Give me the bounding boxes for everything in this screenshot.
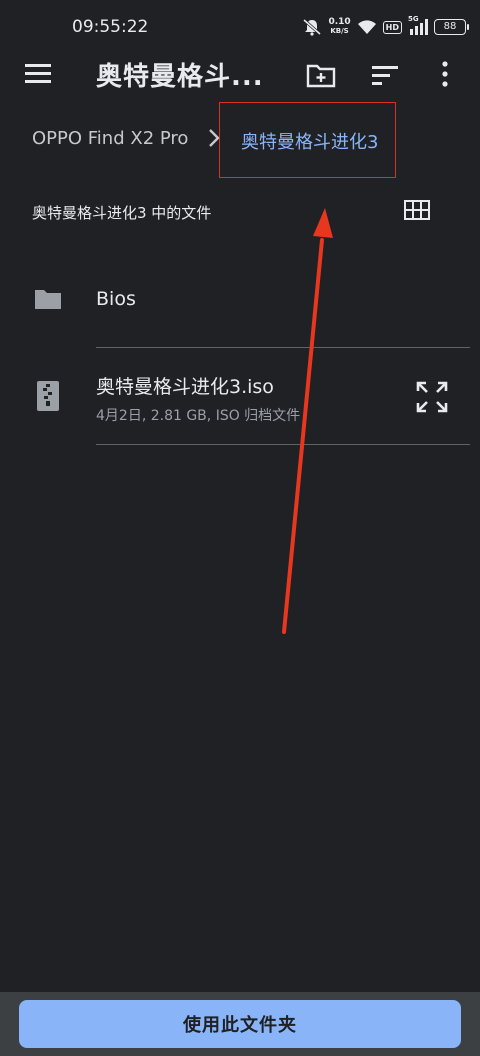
file-name-iso[interactable]: 奥特曼格斗进化3.iso	[96, 372, 274, 399]
hd-badge: HD	[382, 20, 402, 34]
file-meta-iso: 4月2日, 2.81 GB, ISO 归档文件	[96, 408, 301, 424]
file-name-bios[interactable]: Bios	[96, 288, 136, 310]
battery-indicator: 88	[434, 19, 469, 35]
section-title: 奥特曼格斗进化3 中的文件	[32, 204, 212, 222]
status-icons: 0.10 KB/S HD 5G 88	[302, 14, 469, 40]
menu-icon[interactable]	[24, 62, 52, 86]
row-divider	[96, 347, 470, 348]
status-time: 09:55:22	[72, 17, 149, 37]
new-folder-icon[interactable]	[306, 62, 336, 88]
more-vert-icon[interactable]	[436, 60, 454, 88]
network-speed: 0.10 KB/S	[328, 18, 350, 36]
annotation-highlight-box	[219, 102, 396, 178]
mute-icon	[303, 18, 322, 36]
folder-icon	[35, 290, 61, 309]
speed-value: 0.10	[328, 17, 351, 27]
breadcrumb-root[interactable]: OPPO Find X2 Pro	[32, 128, 188, 149]
grid-view-icon[interactable]	[404, 200, 430, 220]
zip-icon	[37, 381, 59, 411]
signal-5g: 5G	[408, 15, 428, 35]
sort-icon[interactable]	[371, 64, 399, 86]
page-title: 奥特曼格斗...	[96, 62, 264, 92]
wifi-icon	[357, 20, 376, 34]
speed-unit: KB/S	[330, 27, 349, 35]
network-type-label: 5G	[408, 15, 419, 23]
row-divider	[96, 444, 470, 445]
expand-icon[interactable]	[415, 380, 449, 414]
use-this-folder-button[interactable]: 使用此文件夹	[19, 1000, 461, 1048]
